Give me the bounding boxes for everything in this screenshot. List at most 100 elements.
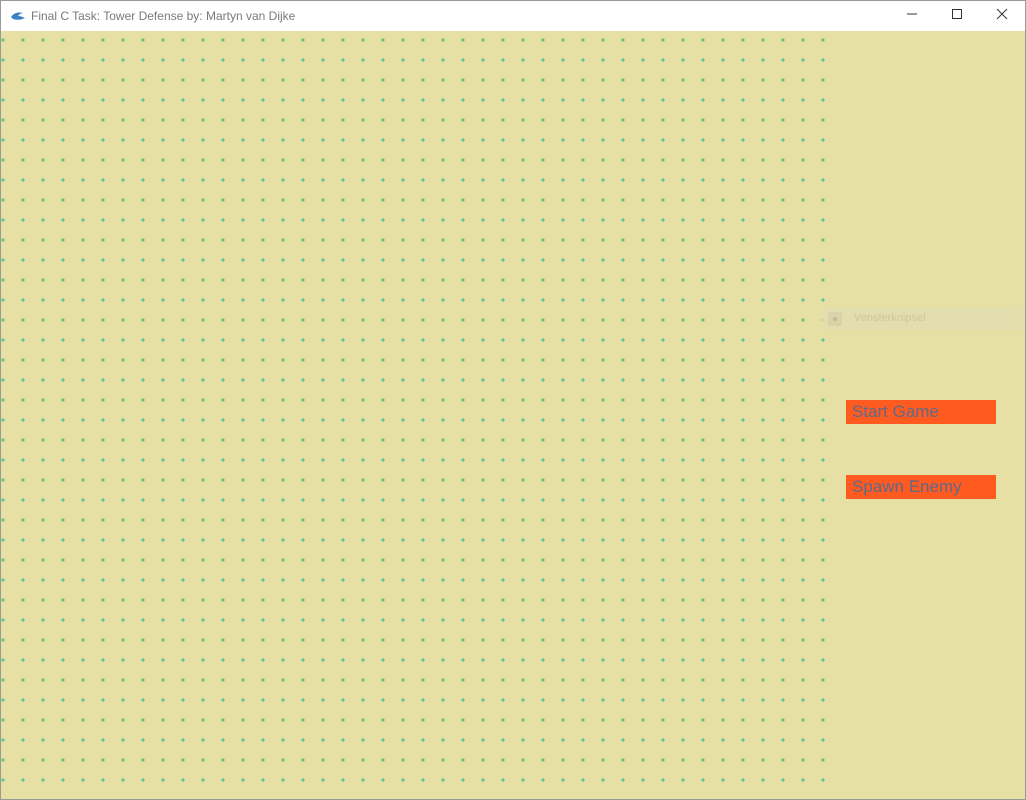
grid-dot xyxy=(81,598,85,602)
grid-dot xyxy=(681,198,685,202)
tile-grid[interactable] xyxy=(1,31,831,799)
grid-dot xyxy=(401,298,405,302)
grid-dot xyxy=(281,338,285,342)
grid-dot xyxy=(161,38,165,42)
grid-dot xyxy=(501,578,505,582)
grid-dot xyxy=(601,538,605,542)
grid-dot xyxy=(201,138,205,142)
grid-dot xyxy=(721,758,725,762)
minimize-button[interactable] xyxy=(889,1,935,31)
grid-dot xyxy=(581,738,585,742)
grid-dot xyxy=(661,378,665,382)
grid-dot xyxy=(701,78,705,82)
grid-dot xyxy=(801,178,805,182)
grid-dot xyxy=(41,98,45,102)
grid-dot xyxy=(601,418,605,422)
grid-dot xyxy=(581,358,585,362)
grid-dot xyxy=(361,418,365,422)
grid-dot xyxy=(661,578,665,582)
grid-dot xyxy=(181,598,185,602)
grid-dot xyxy=(701,498,705,502)
grid-dot xyxy=(661,318,665,322)
grid-dot xyxy=(241,478,245,482)
grid-dot xyxy=(1,278,5,282)
grid-dot xyxy=(621,238,625,242)
grid-dot xyxy=(701,358,705,362)
grid-dot xyxy=(661,758,665,762)
grid-dot xyxy=(561,558,565,562)
grid-dot xyxy=(781,638,785,642)
grid-dot xyxy=(761,418,765,422)
grid-dot xyxy=(741,518,745,522)
grid-dot xyxy=(101,438,105,442)
grid-dot xyxy=(221,338,225,342)
grid-dot xyxy=(781,558,785,562)
grid-dot xyxy=(21,78,25,82)
grid-dot xyxy=(801,58,805,62)
grid-dot xyxy=(61,58,65,62)
grid-dot xyxy=(141,558,145,562)
grid-dot xyxy=(821,298,825,302)
grid-dot xyxy=(161,418,165,422)
grid-dot xyxy=(421,218,425,222)
grid-dot xyxy=(521,198,525,202)
grid-dot xyxy=(81,678,85,682)
grid-dot xyxy=(181,178,185,182)
grid-dot xyxy=(241,138,245,142)
grid-dot xyxy=(661,698,665,702)
grid-dot xyxy=(481,658,485,662)
grid-dot xyxy=(601,678,605,682)
grid-dot xyxy=(561,718,565,722)
grid-dot xyxy=(181,638,185,642)
game-canvas[interactable]: Vensterknipsel Start Game Spawn Enemy xyxy=(1,31,1025,799)
grid-dot xyxy=(81,738,85,742)
grid-dot xyxy=(581,198,585,202)
grid-dot xyxy=(501,38,505,42)
grid-dot xyxy=(361,118,365,122)
grid-dot xyxy=(681,538,685,542)
grid-dot xyxy=(661,738,665,742)
grid-dot xyxy=(801,618,805,622)
grid-dot xyxy=(361,738,365,742)
grid-dot xyxy=(301,238,305,242)
grid-dot xyxy=(461,318,465,322)
grid-dot xyxy=(441,478,445,482)
grid-dot xyxy=(321,258,325,262)
grid-dot xyxy=(721,558,725,562)
grid-dot xyxy=(81,378,85,382)
grid-dot xyxy=(321,598,325,602)
spawn-enemy-button[interactable]: Spawn Enemy xyxy=(846,475,996,499)
grid-dot xyxy=(21,298,25,302)
grid-dot xyxy=(401,438,405,442)
grid-dot xyxy=(41,518,45,522)
grid-dot xyxy=(421,298,425,302)
grid-dot xyxy=(201,398,205,402)
grid-dot xyxy=(321,718,325,722)
grid-dot xyxy=(301,678,305,682)
grid-dot xyxy=(41,138,45,142)
grid-dot xyxy=(201,478,205,482)
grid-dot xyxy=(721,138,725,142)
grid-dot xyxy=(681,738,685,742)
grid-dot xyxy=(801,778,805,782)
grid-dot xyxy=(261,478,265,482)
grid-dot xyxy=(241,98,245,102)
grid-dot xyxy=(221,758,225,762)
title-bar[interactable]: Final C Task: Tower Defense by: Martyn v… xyxy=(1,1,1025,31)
grid-dot xyxy=(781,238,785,242)
grid-dot xyxy=(101,718,105,722)
grid-dot xyxy=(241,58,245,62)
grid-dot xyxy=(621,418,625,422)
grid-dot xyxy=(321,178,325,182)
grid-dot xyxy=(41,398,45,402)
grid-dot xyxy=(501,58,505,62)
grid-dot xyxy=(521,478,525,482)
maximize-button[interactable] xyxy=(934,1,980,31)
grid-dot xyxy=(481,618,485,622)
grid-dot xyxy=(641,178,645,182)
close-button[interactable] xyxy=(979,1,1025,31)
start-game-button[interactable]: Start Game xyxy=(846,400,996,424)
grid-dot xyxy=(501,98,505,102)
grid-dot xyxy=(721,498,725,502)
grid-dot xyxy=(61,158,65,162)
